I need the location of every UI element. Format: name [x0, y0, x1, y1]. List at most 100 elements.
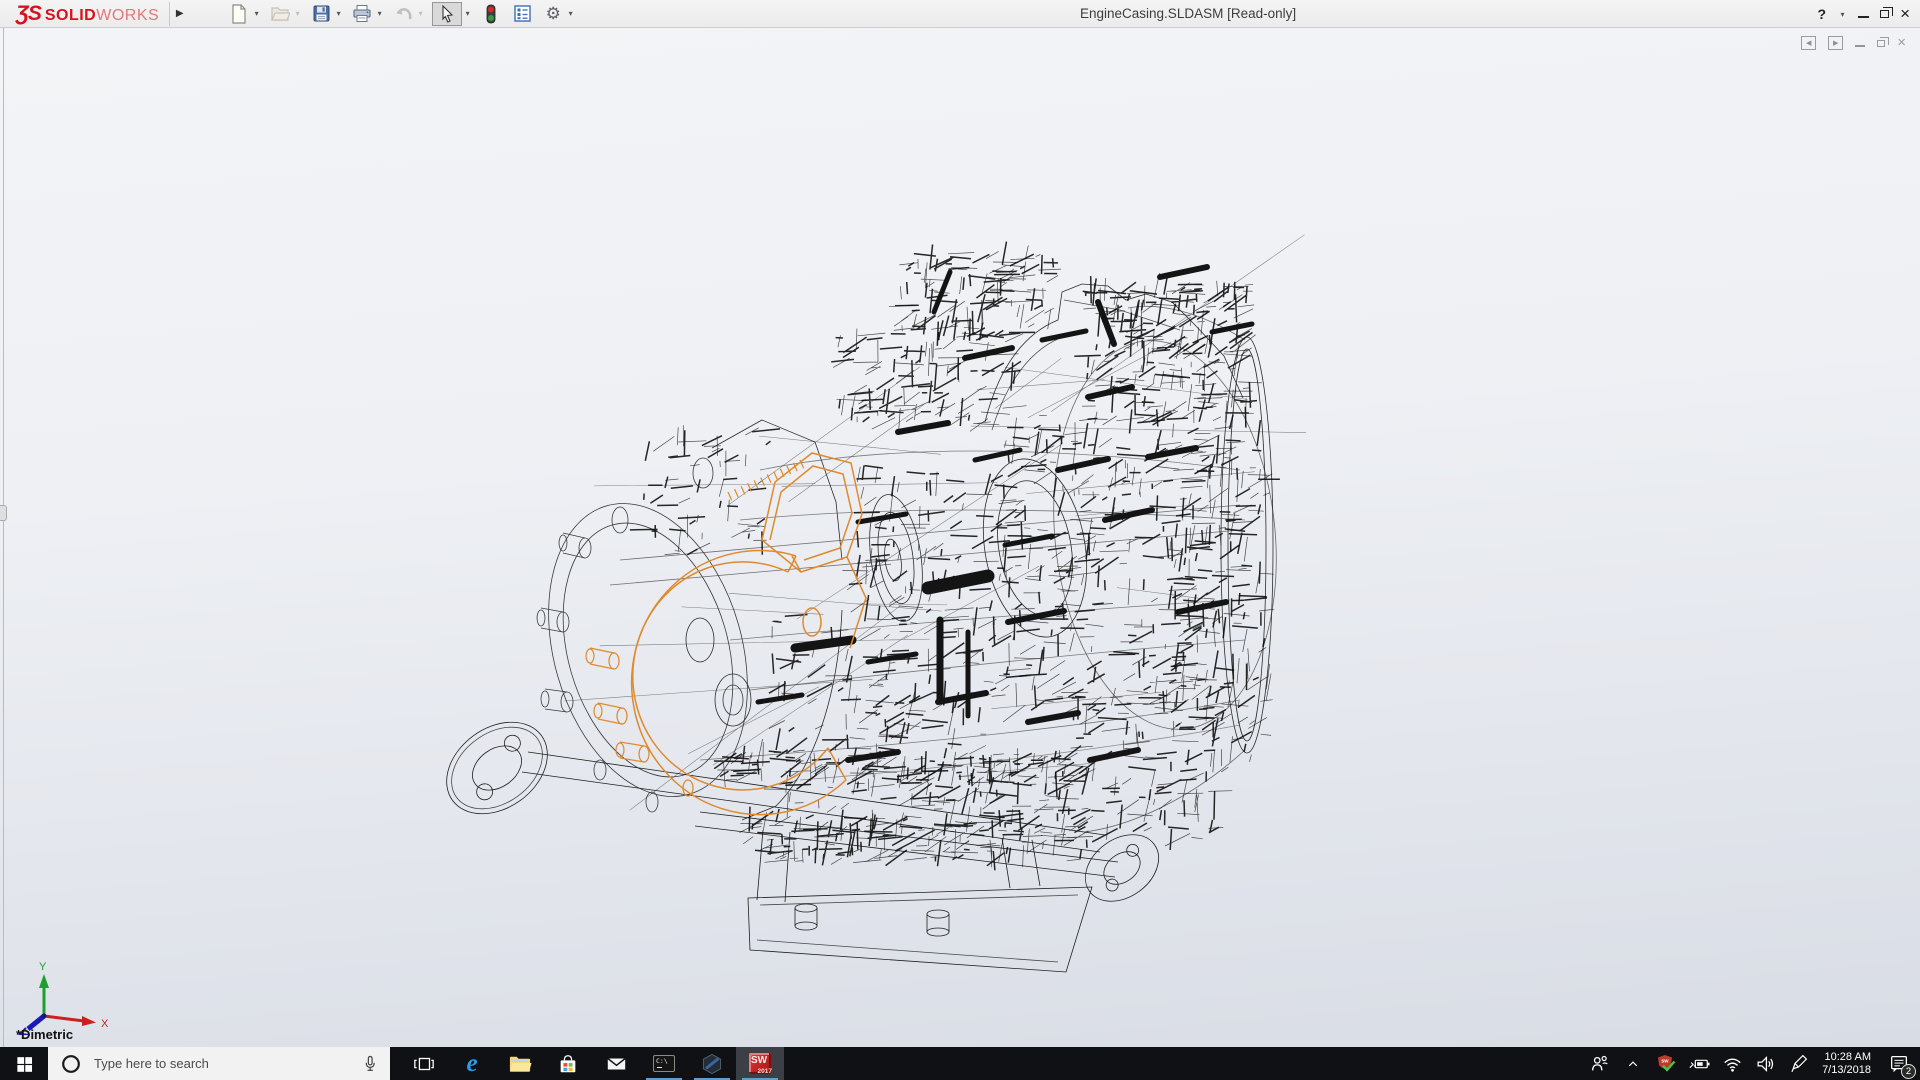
doc-minimize-button[interactable]: [1855, 45, 1865, 47]
system-tray: sw: [1587, 1047, 1920, 1080]
people-icon: [1589, 1053, 1611, 1075]
taskbar-mail-button[interactable]: [592, 1047, 640, 1080]
battery-plug-icon: [1687, 1053, 1711, 1075]
task-view-icon: [413, 1053, 435, 1075]
window-title: EngineCasing.SLDASM [Read-only]: [1080, 6, 1296, 21]
menu-flyout-button[interactable]: ▶: [169, 2, 189, 26]
command-prompt-icon: C:\: [653, 1055, 675, 1072]
new-document-button[interactable]: [227, 2, 251, 26]
solidworks-logo-mark: ƷS: [16, 2, 41, 26]
volume-tray-button[interactable]: [1752, 1051, 1778, 1077]
speaker-icon: [1754, 1053, 1777, 1075]
view-orientation-label: *Dimetric: [16, 1027, 73, 1042]
graphics-viewport[interactable]: ◀ ▶ × Y X *Dimetric: [0, 28, 1920, 1047]
microsoft-store-icon: [557, 1053, 579, 1075]
featuremanager-splitter-handle[interactable]: [0, 505, 7, 521]
cortana-icon: [60, 1053, 82, 1075]
mail-icon: [605, 1053, 628, 1075]
restore-button[interactable]: [1880, 10, 1889, 18]
triad-x-label: X: [101, 1018, 109, 1030]
flyout-arrow-icon: ▶: [176, 8, 184, 19]
pen-icon: [1788, 1053, 1809, 1074]
undo-dropdown: ▾: [416, 9, 425, 18]
windows-logo-icon: [15, 1054, 34, 1073]
model-wireframe[interactable]: [0, 28, 1920, 1047]
triad-y-label: Y: [39, 961, 47, 973]
doc-next-window-button[interactable]: ▶: [1828, 36, 1843, 50]
taskbar-clock[interactable]: 10:28 AM 7/13/2018: [1822, 1051, 1871, 1077]
select-tool-dropdown[interactable]: ▾: [463, 9, 472, 18]
solidworks-logo: ƷS SOLID WORKS: [0, 2, 169, 26]
options-dropdown[interactable]: ▾: [566, 9, 575, 18]
taskbar-solidworks-button[interactable]: SW 2017: [736, 1047, 784, 1080]
help-button[interactable]: ?: [1818, 6, 1827, 22]
people-button[interactable]: [1587, 1051, 1613, 1077]
print-dropdown[interactable]: ▾: [375, 9, 384, 18]
rebuild-button[interactable]: [479, 2, 503, 26]
open-button[interactable]: [268, 2, 292, 26]
right-arrow-icon: ▶: [1833, 39, 1838, 47]
windows-taskbar: Type here to search e: [0, 1047, 1920, 1080]
file-properties-icon: [513, 4, 532, 23]
title-bar: ƷS SOLID WORKS ▶ ▾ ▾: [0, 0, 1920, 28]
orientation-triad: Y X: [8, 940, 118, 1035]
doc-restore-button[interactable]: [1877, 40, 1885, 47]
hexagon-app-icon: [700, 1052, 724, 1076]
new-document-icon: [230, 4, 248, 24]
close-button[interactable]: ×: [1900, 5, 1910, 22]
open-dropdown: ▾: [293, 9, 302, 18]
notification-badge: 2: [1901, 1064, 1916, 1079]
taskbar-search-box[interactable]: Type here to search: [48, 1047, 390, 1080]
solidworks-shield-check-icon: sw: [1654, 1052, 1678, 1076]
quick-access-toolbar: ▾ ▾ ▾: [227, 0, 582, 28]
file-explorer-icon: [508, 1053, 532, 1075]
task-view-button[interactable]: [400, 1047, 448, 1080]
edge-icon: e: [466, 1051, 477, 1076]
featuremanager-splitter[interactable]: [3, 28, 4, 1047]
taskbar-edge-button[interactable]: e: [448, 1047, 496, 1080]
power-tray-button[interactable]: [1686, 1051, 1712, 1077]
save-button[interactable]: [309, 2, 333, 26]
undo-button[interactable]: [391, 2, 415, 26]
document-window-controls: ◀ ▶ ×: [1801, 36, 1906, 50]
doc-prev-window-button[interactable]: ◀: [1801, 36, 1816, 50]
print-button[interactable]: [350, 2, 374, 26]
solidworks-app-icon: SW 2017: [749, 1053, 771, 1074]
wifi-icon: [1721, 1053, 1744, 1075]
taskbar-hex-app-button[interactable]: [688, 1047, 736, 1080]
network-tray-button[interactable]: [1719, 1051, 1745, 1077]
solidworks-logo-works: WORKS: [96, 7, 159, 25]
taskbar-file-explorer-button[interactable]: [496, 1047, 544, 1080]
open-folder-icon: [270, 5, 290, 23]
gear-icon: ⚙: [546, 5, 561, 22]
left-arrow-icon: ◀: [1806, 39, 1811, 47]
print-icon: [352, 4, 372, 23]
taskbar-store-button[interactable]: [544, 1047, 592, 1080]
undo-icon: [393, 5, 414, 23]
minimize-button[interactable]: [1858, 16, 1869, 18]
save-dropdown[interactable]: ▾: [334, 9, 343, 18]
clock-date: 7/13/2018: [1822, 1064, 1871, 1077]
windows-ink-button[interactable]: [1785, 1051, 1811, 1077]
chevron-up-icon: [1624, 1055, 1642, 1073]
options-button[interactable]: ⚙: [541, 2, 565, 26]
new-document-dropdown[interactable]: ▾: [252, 9, 261, 18]
taskbar-command-prompt-button[interactable]: C:\: [640, 1047, 688, 1080]
select-tool-button[interactable]: [432, 2, 462, 26]
doc-close-button[interactable]: ×: [1897, 35, 1906, 50]
start-button[interactable]: [0, 1047, 48, 1080]
taskbar-app-buttons: e C:\: [400, 1047, 784, 1080]
file-properties-button[interactable]: [510, 2, 534, 26]
traffic-light-icon: [485, 4, 497, 24]
microphone-icon[interactable]: [360, 1053, 380, 1075]
search-placeholder: Type here to search: [94, 1056, 209, 1071]
svg-text:sw: sw: [1661, 1058, 1669, 1064]
help-dropdown[interactable]: ▾: [1838, 10, 1847, 19]
clock-time: 10:28 AM: [1822, 1051, 1871, 1064]
select-cursor-icon: [438, 4, 456, 24]
save-floppy-icon: [312, 4, 331, 23]
action-center-button[interactable]: 2: [1884, 1049, 1914, 1079]
solidworks-tray-button[interactable]: sw: [1653, 1051, 1679, 1077]
solidworks-logo-solid: SOLID: [45, 7, 96, 25]
tray-overflow-button[interactable]: [1620, 1051, 1646, 1077]
